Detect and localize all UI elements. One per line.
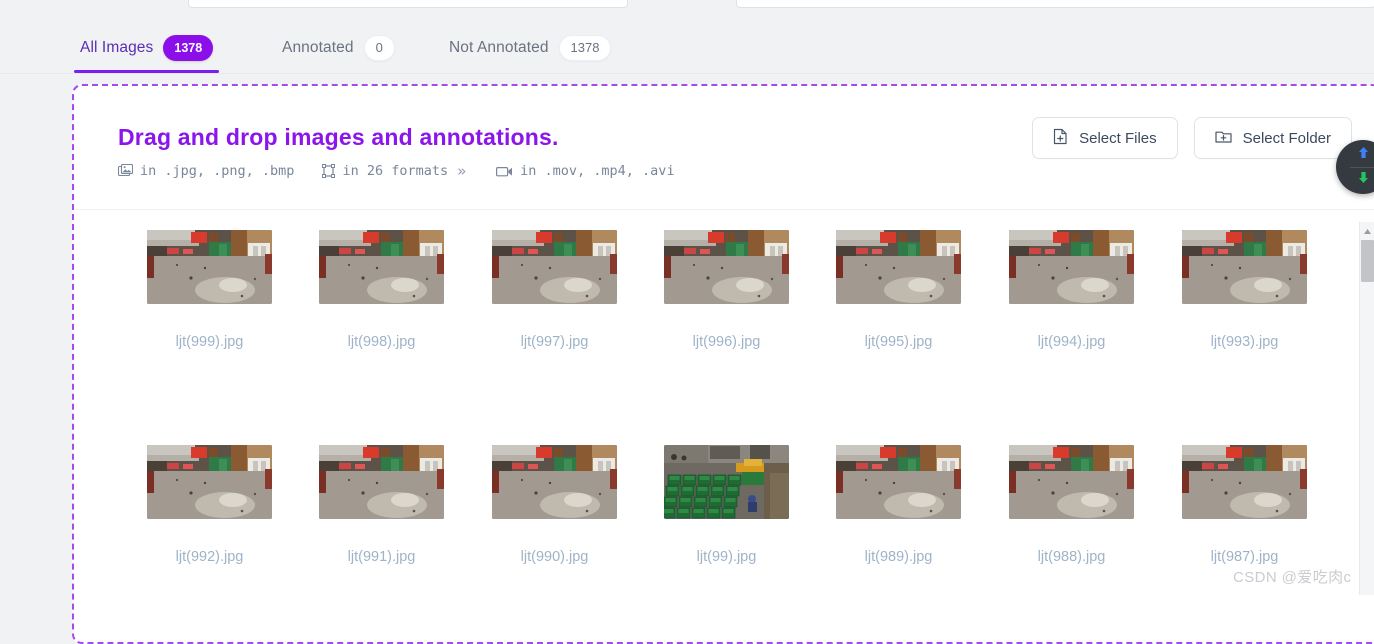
tab-annotated-label: Annotated	[282, 38, 354, 56]
scrollbar-up-arrow-icon[interactable]	[1360, 224, 1374, 238]
image-card[interactable]: ljt(990).jpg	[492, 445, 617, 565]
top-cut-toolbar	[0, 0, 1374, 10]
widget-divider	[1350, 166, 1374, 168]
image-card[interactable]: ljt(997).jpg	[492, 230, 617, 350]
scroll-to-bottom-icon[interactable]	[1356, 170, 1371, 190]
tab-not-annotated-count: 1378	[558, 34, 612, 61]
image-filename: ljt(996).jpg	[692, 334, 761, 350]
file-plus-icon	[1053, 128, 1068, 149]
tab-all-images-count: 1378	[163, 34, 214, 61]
image-card[interactable]: ljt(993).jpg	[1182, 230, 1307, 350]
chevron-double-right-icon[interactable]: »	[455, 162, 468, 180]
image-filename: ljt(988).jpg	[1037, 549, 1106, 565]
image-filename: ljt(994).jpg	[1037, 334, 1106, 350]
page-scrollbar[interactable]	[1359, 222, 1374, 595]
image-thumbnail[interactable]	[319, 445, 444, 519]
image-card[interactable]: ljt(994).jpg	[1009, 230, 1134, 350]
image-filename: ljt(993).jpg	[1210, 334, 1279, 350]
image-filename: ljt(998).jpg	[347, 334, 416, 350]
image-thumbnail[interactable]	[492, 445, 617, 519]
tab-all-images[interactable]: All Images 1378	[74, 22, 220, 73]
image-card[interactable]: ljt(988).jpg	[1009, 445, 1134, 565]
image-thumbnail[interactable]	[664, 445, 789, 519]
image-filename: ljt(99).jpg	[696, 549, 757, 565]
scrollbar-thumb[interactable]	[1361, 240, 1374, 282]
image-card[interactable]: ljt(999).jpg	[147, 230, 272, 350]
image-filename: ljt(992).jpg	[175, 549, 244, 565]
image-card[interactable]: ljt(987).jpg	[1182, 445, 1307, 565]
select-files-button[interactable]: Select Files	[1032, 117, 1178, 159]
image-thumbnail[interactable]	[836, 230, 961, 304]
image-thumbnail[interactable]	[147, 230, 272, 304]
image-card[interactable]: ljt(99).jpg	[664, 445, 789, 565]
select-files-label: Select Files	[1079, 129, 1157, 147]
image-filename: ljt(997).jpg	[520, 334, 589, 350]
tab-all-images-label: All Images	[80, 38, 154, 56]
tab-not-annotated-label: Not Annotated	[449, 38, 549, 56]
image-icon	[118, 164, 133, 178]
image-thumbnail[interactable]	[492, 230, 617, 304]
image-thumbnail[interactable]	[319, 230, 444, 304]
video-formats-label: in .mov, .mp4, .avi	[520, 163, 675, 179]
dropzone-actions: Select Files Select Folder	[1032, 117, 1352, 159]
partial-search-field[interactable]	[188, 0, 628, 8]
image-grid-row: ljt(992).jpg ljt(991).jpg ljt(990).jpg l…	[74, 445, 1374, 642]
partial-toolbar-field[interactable]	[736, 0, 1374, 8]
folder-plus-icon	[1215, 129, 1232, 148]
image-card[interactable]: ljt(992).jpg	[147, 445, 272, 565]
image-filename: ljt(991).jpg	[347, 549, 416, 565]
image-card[interactable]: ljt(996).jpg	[664, 230, 789, 350]
dropzone-header: Drag and drop images and annotations. in…	[74, 86, 1374, 210]
tab-annotated[interactable]: Annotated 0	[276, 22, 401, 73]
image-thumbnail[interactable]	[147, 445, 272, 519]
image-filter-tabs: All Images 1378 Annotated 0 Not Annotate…	[0, 22, 1374, 74]
image-formats-label: in .jpg, .png, .bmp	[140, 163, 295, 179]
image-thumbnail[interactable]	[664, 230, 789, 304]
image-thumbnail[interactable]	[1182, 230, 1307, 304]
dropzone-title: Drag and drop images and annotations.	[118, 124, 559, 150]
upload-dropzone[interactable]: Drag and drop images and annotations. in…	[72, 84, 1374, 644]
image-filename: ljt(989).jpg	[864, 549, 933, 565]
image-card[interactable]: ljt(995).jpg	[836, 230, 961, 350]
image-thumbnail[interactable]	[1009, 445, 1134, 519]
image-grid-row: ljt(999).jpg ljt(998).jpg ljt(997).jpg l…	[74, 230, 1374, 445]
image-grid: ljt(999).jpg ljt(998).jpg ljt(997).jpg l…	[74, 210, 1374, 642]
tab-annotated-count: 0	[363, 34, 395, 61]
bounding-box-icon	[322, 164, 336, 178]
tab-not-annotated[interactable]: Not Annotated 1378	[443, 22, 617, 73]
annotation-formats-label: in 26 formats	[342, 163, 449, 179]
image-filename: ljt(987).jpg	[1210, 549, 1279, 565]
video-icon	[496, 165, 513, 178]
image-card[interactable]: ljt(989).jpg	[836, 445, 961, 565]
image-thumbnail[interactable]	[1009, 230, 1134, 304]
image-filename: ljt(999).jpg	[175, 334, 244, 350]
supported-formats: in .jpg, .png, .bmp in 26 formats » in .…	[118, 162, 675, 180]
image-thumbnail[interactable]	[836, 445, 961, 519]
scroll-to-top-icon[interactable]	[1356, 145, 1371, 165]
select-folder-label: Select Folder	[1242, 129, 1331, 147]
image-filename: ljt(990).jpg	[520, 549, 589, 565]
image-filename: ljt(995).jpg	[864, 334, 933, 350]
image-thumbnail[interactable]	[1182, 445, 1307, 519]
image-card[interactable]: ljt(991).jpg	[319, 445, 444, 565]
select-folder-button[interactable]: Select Folder	[1193, 117, 1352, 159]
image-card[interactable]: ljt(998).jpg	[319, 230, 444, 350]
